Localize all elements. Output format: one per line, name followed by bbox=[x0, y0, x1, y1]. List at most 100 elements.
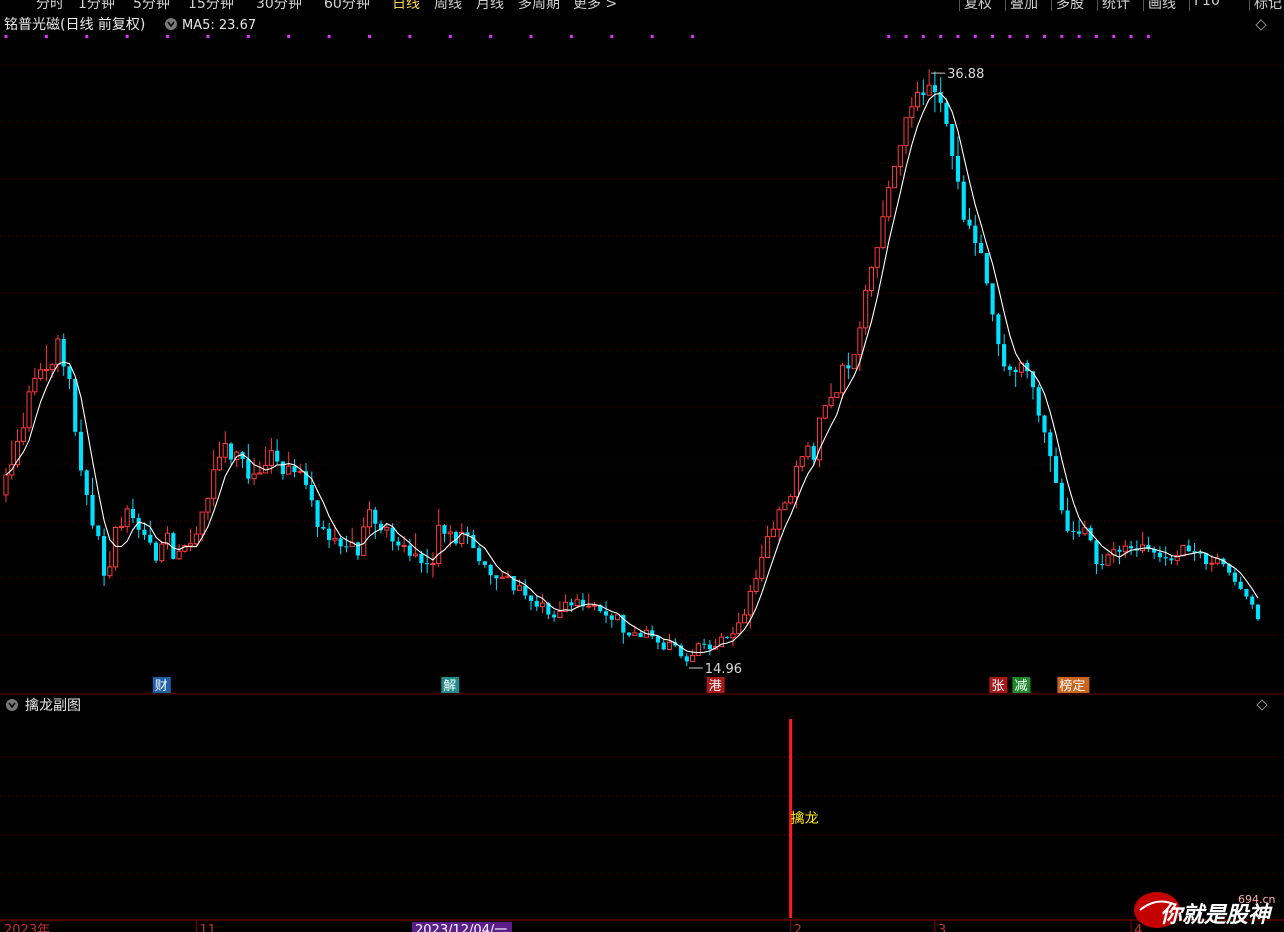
candle bbox=[286, 451, 292, 475]
candle bbox=[880, 200, 886, 250]
candle bbox=[1002, 334, 1007, 372]
year-label: 2023年 bbox=[4, 923, 50, 932]
candle-body bbox=[447, 531, 453, 535]
candle bbox=[534, 595, 539, 611]
candle-body bbox=[84, 470, 89, 495]
candle-body bbox=[990, 283, 995, 315]
candle-body bbox=[477, 548, 482, 562]
candle-body bbox=[1036, 387, 1041, 416]
candle bbox=[275, 439, 280, 464]
candle-body bbox=[886, 187, 892, 218]
candle-body bbox=[130, 508, 136, 519]
candle bbox=[690, 649, 696, 662]
candle-body bbox=[932, 85, 937, 92]
candle bbox=[1117, 545, 1122, 565]
svg-text:解: 解 bbox=[443, 679, 456, 694]
candle-body bbox=[407, 545, 412, 556]
signal-dot bbox=[367, 35, 371, 38]
event-marker[interactable]: 减 bbox=[1012, 677, 1031, 694]
signal-dot bbox=[166, 35, 170, 38]
low-price-label: 14.96 bbox=[705, 662, 742, 677]
candle-body bbox=[332, 537, 338, 541]
month-label: 2 bbox=[794, 923, 802, 932]
candle bbox=[67, 366, 72, 389]
signal-dot bbox=[1146, 35, 1150, 38]
candle-body bbox=[632, 632, 638, 636]
candle-body bbox=[614, 614, 621, 621]
candle-body bbox=[113, 526, 119, 568]
candle bbox=[552, 610, 557, 622]
candle-body bbox=[650, 630, 655, 637]
candle bbox=[188, 528, 194, 551]
subchart-toggle-icon[interactable] bbox=[6, 699, 18, 711]
signal-dot bbox=[1129, 35, 1133, 38]
signal-dot bbox=[1112, 35, 1116, 38]
candle-body bbox=[915, 92, 921, 108]
candle bbox=[967, 207, 972, 230]
candle-body bbox=[996, 314, 1001, 345]
candle-body bbox=[926, 84, 932, 96]
candle-body bbox=[96, 525, 101, 537]
candle-body bbox=[1042, 415, 1047, 433]
candle bbox=[425, 548, 430, 574]
candle-body bbox=[586, 605, 592, 608]
signal-dot bbox=[1043, 35, 1047, 38]
candle bbox=[643, 626, 650, 638]
signal-dot bbox=[650, 35, 654, 38]
candle bbox=[26, 385, 32, 432]
candle bbox=[523, 579, 528, 600]
candle bbox=[1192, 542, 1197, 561]
candle-body bbox=[569, 602, 574, 606]
signal-dot bbox=[206, 35, 210, 38]
ma-settings-icon[interactable] bbox=[165, 18, 177, 30]
event-marker[interactable]: 张 bbox=[989, 677, 1008, 694]
candle-body bbox=[419, 554, 424, 564]
candle bbox=[702, 638, 707, 649]
candle bbox=[1007, 364, 1012, 377]
candle-body bbox=[32, 377, 38, 393]
high-price-label: 36.88 bbox=[947, 67, 984, 82]
candle-body bbox=[118, 525, 124, 528]
candle bbox=[61, 333, 66, 376]
candle-body bbox=[1203, 553, 1209, 565]
signal-dot bbox=[904, 35, 908, 38]
candle bbox=[355, 541, 361, 561]
candle-body bbox=[327, 528, 332, 541]
candle-body bbox=[297, 470, 303, 473]
candle bbox=[1077, 519, 1082, 537]
candle bbox=[1059, 478, 1064, 515]
candle bbox=[1140, 532, 1146, 554]
candle bbox=[580, 593, 586, 611]
subchart-diamond-icon[interactable] bbox=[1256, 699, 1268, 711]
event-marker[interactable]: 榜定 bbox=[1057, 677, 1090, 694]
candle bbox=[419, 551, 424, 573]
candle bbox=[822, 405, 828, 420]
candle bbox=[765, 525, 771, 558]
candle-body bbox=[666, 641, 673, 650]
event-marker[interactable]: 解 bbox=[441, 677, 460, 694]
subchart-title: 擒龙副图 bbox=[25, 697, 81, 714]
candle-body bbox=[222, 443, 228, 458]
candle bbox=[851, 354, 857, 369]
candle-body bbox=[373, 509, 378, 524]
candle bbox=[159, 540, 165, 563]
candle bbox=[309, 471, 314, 507]
candle bbox=[1053, 447, 1059, 483]
signal-dot bbox=[246, 35, 250, 38]
candle-body bbox=[702, 643, 707, 645]
expand-diamond-icon[interactable] bbox=[1255, 19, 1267, 31]
candle bbox=[73, 377, 78, 436]
candle bbox=[205, 497, 211, 521]
event-marker[interactable]: 财 bbox=[152, 677, 171, 694]
candle bbox=[627, 632, 632, 638]
candle bbox=[978, 234, 984, 254]
event-marker[interactable]: 港 bbox=[706, 677, 725, 694]
candle bbox=[741, 608, 748, 624]
candle bbox=[1250, 594, 1255, 609]
candle-body bbox=[603, 611, 609, 616]
signal-dot bbox=[1008, 35, 1012, 38]
candle bbox=[603, 601, 609, 624]
candle-body bbox=[753, 578, 759, 592]
signal-dot bbox=[991, 35, 995, 38]
candle-body bbox=[1255, 604, 1261, 620]
